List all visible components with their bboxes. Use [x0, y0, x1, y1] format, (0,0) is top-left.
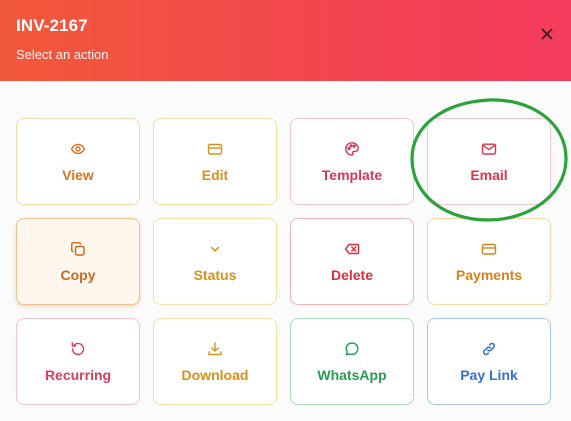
email-label: Email: [470, 166, 508, 183]
download-label: Download: [181, 366, 249, 383]
email-button[interactable]: Email: [427, 118, 551, 205]
action-grid: View Edit Template Email Copy Status Del…: [16, 118, 551, 405]
whatsapp-label: WhatsApp: [317, 366, 387, 383]
download-button[interactable]: Download: [153, 318, 277, 405]
view-label: View: [62, 166, 94, 183]
card-icon: [207, 141, 223, 157]
backspace-icon: [344, 241, 360, 257]
edit-button[interactable]: Edit: [153, 118, 277, 205]
template-label: Template: [321, 166, 383, 183]
action-dialog: INV-2167 Select an action View Edit Temp…: [0, 0, 571, 421]
pay-link-button[interactable]: Pay Link: [427, 318, 551, 405]
delete-label: Delete: [330, 266, 374, 283]
download-icon: [207, 341, 223, 357]
recurring-label: Recurring: [44, 366, 112, 383]
whatsapp-button[interactable]: WhatsApp: [290, 318, 414, 405]
close-button[interactable]: [537, 24, 557, 44]
palette-icon: [344, 141, 360, 157]
close-icon: [541, 28, 553, 40]
status-button[interactable]: Status: [153, 218, 277, 305]
copy-button[interactable]: Copy: [16, 218, 140, 305]
dialog-header: INV-2167 Select an action: [0, 0, 571, 81]
pay-link-label: Pay Link: [460, 366, 518, 383]
dialog-title: INV-2167: [16, 16, 88, 35]
copy-label: Copy: [60, 266, 96, 283]
copy-icon: [70, 241, 86, 257]
recurring-button[interactable]: Recurring: [16, 318, 140, 405]
chat-icon: [344, 341, 360, 357]
template-button[interactable]: Template: [290, 118, 414, 205]
edit-label: Edit: [201, 166, 229, 183]
chevron-down-icon: [207, 241, 223, 257]
card-icon: [481, 241, 497, 257]
delete-button[interactable]: Delete: [290, 218, 414, 305]
payments-button[interactable]: Payments: [427, 218, 551, 305]
view-button[interactable]: View: [16, 118, 140, 205]
status-label: Status: [193, 266, 237, 283]
mail-icon: [481, 141, 497, 157]
eye-icon: [70, 141, 86, 157]
dialog-subtitle: Select an action: [16, 47, 109, 62]
refresh-icon: [70, 341, 86, 357]
payments-label: Payments: [455, 266, 523, 283]
link-icon: [481, 341, 497, 357]
